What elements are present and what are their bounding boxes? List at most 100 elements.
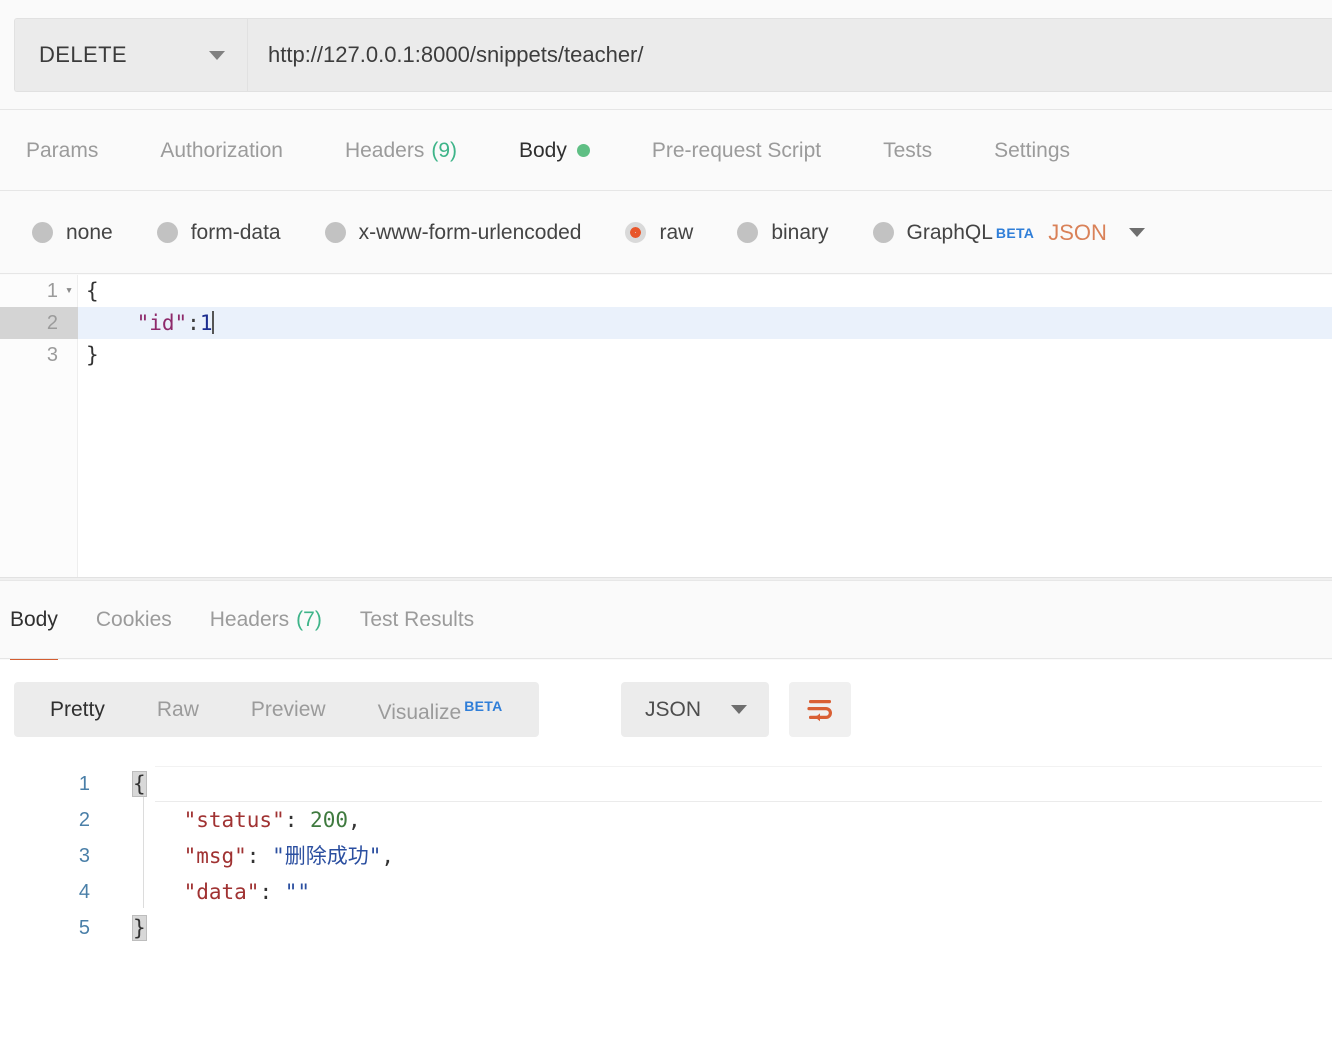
- line-source: }: [132, 910, 147, 946]
- json-comma: ,: [347, 808, 361, 832]
- response-tabs: Body Cookies Headers (7) Test Results: [0, 581, 1332, 664]
- response-code-line: 4 "data": "": [0, 874, 1332, 910]
- json-string: "删除成功": [272, 844, 382, 868]
- tab-params-label: Params: [26, 138, 99, 162]
- body-type-binary[interactable]: binary: [737, 220, 829, 245]
- radio-icon: [737, 222, 759, 243]
- tab-authorization-label: Authorization: [160, 138, 283, 162]
- tab-tests[interactable]: Tests: [883, 111, 932, 196]
- visualize-beta-badge: BETA: [464, 698, 503, 714]
- body-type-graphql-label: GraphQL: [906, 220, 993, 244]
- response-code-line: 2 "status": 200,: [0, 802, 1332, 838]
- body-modified-dot-icon: [576, 144, 590, 157]
- wrap-lines-button[interactable]: [789, 682, 851, 737]
- line-number: 5: [78, 917, 90, 939]
- text-cursor: [212, 311, 215, 334]
- chevron-down-icon: [731, 705, 747, 714]
- request-code-line-active[interactable]: 2 "id":1: [0, 307, 1332, 339]
- response-tab-headers[interactable]: Headers (7): [210, 581, 322, 664]
- line-number: 2: [78, 809, 90, 831]
- response-tab-headers-count: (7): [296, 607, 322, 631]
- tab-authorization[interactable]: Authorization: [160, 111, 283, 196]
- tab-headers-label: Headers: [344, 138, 425, 162]
- response-view-toolbar: Pretty Raw Preview Visualize BETA JSON: [0, 660, 1332, 758]
- json-colon: :: [246, 844, 260, 868]
- response-tab-body-label: Body: [10, 607, 58, 631]
- response-code-line: 1 {: [0, 766, 1332, 802]
- json-brace: }: [132, 915, 147, 941]
- tab-params[interactable]: Params: [26, 111, 98, 196]
- response-tab-test-results[interactable]: Test Results: [360, 581, 474, 664]
- json-colon: :: [259, 880, 273, 904]
- response-tab-body[interactable]: Body: [10, 581, 58, 664]
- view-mode-visualize-label: Visualize: [377, 701, 462, 724]
- response-view-mode-group: Pretty Raw Preview Visualize BETA: [14, 682, 539, 737]
- body-type-binary-label: binary: [771, 220, 829, 244]
- line-source: }: [86, 343, 99, 367]
- line-number: 3: [78, 845, 90, 867]
- tab-headers-count: (9): [431, 138, 457, 162]
- json-key: "id": [136, 311, 188, 335]
- request-body-editor[interactable]: 1 ▾ { 2 "id":1 3 }: [0, 275, 1332, 577]
- line-source: "msg": "删除成功",: [133, 838, 394, 874]
- body-type-raw-label: raw: [659, 220, 694, 244]
- json-colon: :: [284, 808, 298, 832]
- body-type-none[interactable]: none: [32, 221, 113, 245]
- response-code-line: 5 }: [0, 910, 1332, 946]
- chevron-down-icon: [1128, 228, 1145, 237]
- json-colon: :: [187, 311, 200, 335]
- tab-pre-request-script[interactable]: Pre-request Script: [652, 111, 821, 196]
- response-format-label: JSON: [645, 697, 702, 721]
- response-tab-cookies-label: Cookies: [95, 607, 172, 631]
- json-comma: ,: [381, 844, 395, 868]
- url-input[interactable]: http://127.0.0.1:8000/snippets/teacher/: [248, 19, 1332, 91]
- request-code-line[interactable]: 3 }: [0, 339, 1332, 371]
- json-number: 200: [310, 808, 348, 832]
- response-tab-cookies[interactable]: Cookies: [96, 581, 172, 664]
- request-code-line[interactable]: 1 ▾ {: [0, 275, 1332, 307]
- http-method-label: DELETE: [39, 42, 127, 67]
- tab-body[interactable]: Body: [518, 111, 591, 196]
- body-type-none-label: none: [66, 220, 113, 244]
- tab-body-label: Body: [519, 138, 567, 162]
- radio-selected-icon: [625, 222, 647, 243]
- body-type-form-data[interactable]: form-data: [156, 221, 281, 245]
- request-url-bar-row: DELETE http://127.0.0.1:8000/snippets/te…: [0, 0, 1332, 110]
- response-body-viewer[interactable]: 1 { 2 "status": 200, 3 "msg": "删除成功", 4 …: [0, 758, 1332, 1048]
- view-mode-raw[interactable]: Raw: [131, 682, 225, 737]
- line-number: 3: [46, 344, 58, 366]
- line-number: 1: [46, 280, 58, 302]
- view-mode-preview[interactable]: Preview: [225, 682, 352, 737]
- graphql-beta-badge: BETA: [995, 224, 1035, 241]
- json-number: 1: [199, 311, 213, 335]
- body-type-selector-row: none form-data x-www-form-urlencoded raw…: [0, 192, 1332, 274]
- line-source: "data": "": [133, 874, 310, 910]
- body-type-x-www-form-urlencoded[interactable]: x-www-form-urlencoded: [324, 221, 581, 245]
- tab-settings[interactable]: Settings: [994, 111, 1070, 196]
- json-key: "msg": [183, 844, 247, 868]
- url-input-value: http://127.0.0.1:8000/snippets/teacher/: [268, 42, 644, 67]
- wrap-lines-icon: [807, 699, 832, 721]
- request-tabs: Params Authorization Headers (9) Body Pr…: [0, 111, 1332, 196]
- json-brace: {: [132, 771, 147, 797]
- row-divider: [155, 766, 1322, 767]
- radio-icon: [324, 222, 346, 243]
- line-number: 2: [46, 312, 58, 334]
- response-format-dropdown[interactable]: JSON: [621, 682, 769, 737]
- view-mode-pretty[interactable]: Pretty: [24, 682, 131, 737]
- chevron-down-icon: [209, 50, 225, 60]
- view-mode-visualize[interactable]: Visualize BETA: [352, 679, 529, 740]
- radio-icon: [872, 222, 894, 243]
- response-tab-headers-label: Headers: [209, 607, 290, 631]
- json-key: "status": [183, 808, 285, 832]
- body-type-graphql[interactable]: GraphQL BETA: [872, 220, 1035, 245]
- http-method-dropdown[interactable]: DELETE: [15, 19, 248, 91]
- body-type-raw[interactable]: raw: [625, 221, 693, 245]
- json-string: "": [284, 880, 311, 904]
- fold-arrow-icon[interactable]: ▾: [62, 275, 76, 307]
- line-source: {: [86, 279, 99, 303]
- radio-icon: [32, 222, 53, 243]
- tab-headers[interactable]: Headers (9): [345, 111, 457, 196]
- raw-format-dropdown[interactable]: JSON: [1048, 220, 1145, 246]
- line-number: 4: [78, 881, 90, 903]
